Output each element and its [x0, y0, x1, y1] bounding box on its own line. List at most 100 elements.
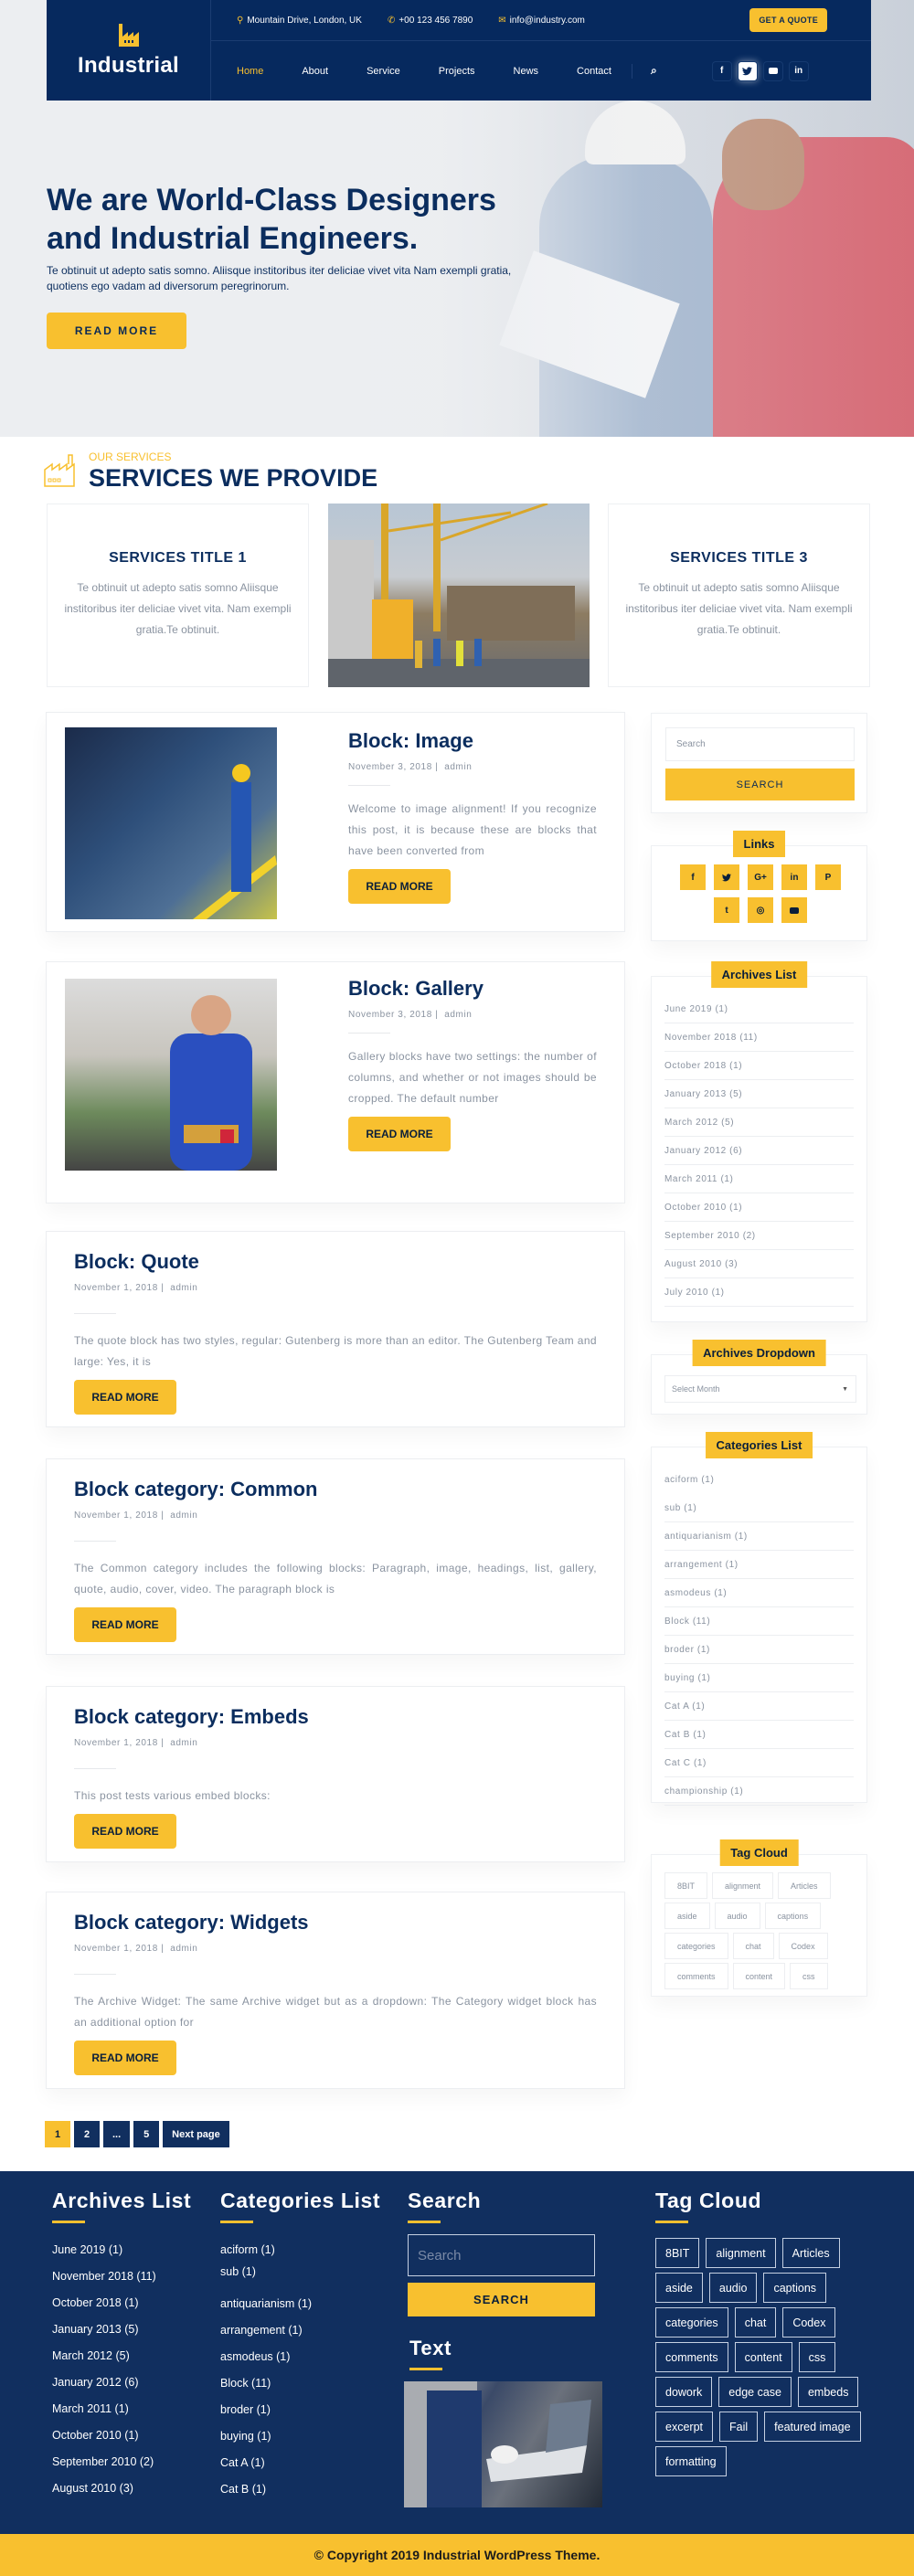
category-link[interactable]: arrangement (1) — [664, 1551, 854, 1579]
youtube-icon[interactable] — [781, 897, 807, 923]
footer-tag-link[interactable]: comments — [655, 2342, 728, 2372]
post-title[interactable]: Block: Gallery — [348, 977, 597, 1001]
post-author[interactable]: admin — [170, 1283, 197, 1293]
footer-tag-link[interactable]: audio — [708, 2273, 758, 2303]
post-author[interactable]: admin — [444, 762, 472, 772]
facebook-icon[interactable]: f — [711, 60, 732, 81]
archive-link[interactable]: July 2010 (1) — [664, 1278, 854, 1307]
nav-service[interactable]: Service — [367, 66, 400, 77]
read-more-button[interactable]: READ MORE — [74, 1607, 176, 1642]
post-thumbnail[interactable] — [65, 727, 277, 919]
category-link[interactable]: Block (11) — [664, 1607, 854, 1636]
category-link[interactable]: broder (1) — [664, 1636, 854, 1664]
tag-link[interactable]: audio — [714, 1903, 760, 1929]
category-link[interactable]: Cat C (1) — [664, 1749, 854, 1777]
footer-search-input[interactable]: Search — [408, 2234, 595, 2276]
tag-link[interactable]: Articles — [778, 1872, 831, 1899]
nav-contact[interactable]: Contact — [577, 66, 611, 77]
archive-link[interactable]: June 2019 (1) — [664, 995, 854, 1023]
post-title[interactable]: Block category: Widgets — [74, 1911, 597, 1935]
archive-link[interactable]: March 2012 (5) — [664, 1108, 854, 1137]
select-month-dropdown[interactable]: Select Month ▼ — [664, 1375, 856, 1403]
archive-link[interactable]: March 2011 (1) — [664, 1165, 854, 1193]
footer-tag-link[interactable]: chat — [734, 2307, 777, 2337]
footer-search-button[interactable]: SEARCH — [408, 2283, 595, 2316]
footer-tag-link[interactable]: Articles — [781, 2238, 840, 2268]
read-more-button[interactable]: READ MORE — [74, 2041, 176, 2075]
tag-link[interactable]: alignment — [712, 1872, 774, 1899]
archive-link[interactable]: August 2010 (3) — [664, 1250, 854, 1278]
footer-tag-link[interactable]: excerpt — [655, 2412, 713, 2442]
read-more-button[interactable]: READ MORE — [74, 1814, 176, 1849]
email[interactable]: ✉ info@industry.com — [498, 16, 585, 26]
logo[interactable]: Industrial — [47, 0, 211, 101]
next-page-link[interactable]: Next page — [163, 2121, 229, 2147]
tag-link[interactable]: captions — [764, 1903, 822, 1929]
archive-link[interactable]: January 2013 (5) — [664, 1080, 854, 1108]
instagram-icon[interactable]: ◎ — [748, 897, 773, 923]
post-date[interactable]: November 1, 2018 — [74, 1944, 158, 1954]
footer-tag-link[interactable]: alignment — [706, 2238, 776, 2268]
facebook-icon[interactable]: f — [680, 864, 706, 890]
tag-link[interactable]: categories — [664, 1933, 728, 1959]
archive-link[interactable]: September 2010 (2) — [664, 1222, 854, 1250]
post-author[interactable]: admin — [170, 1944, 197, 1954]
footer-tag-link[interactable]: 8BIT — [655, 2238, 700, 2268]
footer-tag-link[interactable]: categories — [655, 2307, 728, 2337]
post-date[interactable]: November 3, 2018 — [348, 762, 432, 772]
category-link[interactable]: championship (1) — [664, 1777, 854, 1806]
footer-category-link[interactable]: Cat B (1) — [220, 2483, 380, 2509]
tag-link[interactable]: 8BIT — [664, 1872, 708, 1899]
post-title[interactable]: Block category: Common — [74, 1478, 597, 1501]
footer-category-link[interactable]: aciform (1) — [220, 2243, 380, 2265]
post-author[interactable]: admin — [444, 1010, 472, 1020]
tag-link[interactable]: comments — [664, 1963, 728, 1989]
phone[interactable]: ✆ +00 123 456 7890 — [388, 16, 473, 26]
twitter-icon[interactable] — [714, 864, 739, 890]
nav-home[interactable]: Home — [237, 66, 263, 77]
footer-category-link[interactable]: arrangement (1) — [220, 2324, 380, 2350]
footer-tag-link[interactable]: Codex — [782, 2307, 836, 2337]
category-link[interactable]: buying (1) — [664, 1664, 854, 1692]
footer-archive-link[interactable]: October 2018 (1) — [52, 2296, 191, 2323]
post-date[interactable]: November 3, 2018 — [348, 1010, 432, 1020]
footer-tag-link[interactable]: featured image — [764, 2412, 861, 2442]
footer-archive-link[interactable]: November 2018 (11) — [52, 2270, 191, 2296]
youtube-icon[interactable] — [762, 60, 783, 81]
footer-archive-link[interactable]: March 2011 (1) — [52, 2402, 191, 2429]
footer-archive-link[interactable]: January 2012 (6) — [52, 2376, 191, 2402]
archive-link[interactable]: November 2018 (11) — [664, 1023, 854, 1052]
tag-link[interactable]: chat — [732, 1933, 774, 1959]
category-link[interactable]: Cat B (1) — [664, 1721, 854, 1749]
footer-category-link[interactable]: broder (1) — [220, 2403, 380, 2430]
page-1[interactable]: 1 — [45, 2121, 70, 2147]
page-2[interactable]: 2 — [74, 2121, 100, 2147]
category-link[interactable]: antiquarianism (1) — [664, 1522, 854, 1551]
footer-category-link[interactable]: Block (11) — [220, 2377, 380, 2403]
footer-category-link[interactable]: asmodeus (1) — [220, 2350, 380, 2377]
linkedin-icon[interactable]: in — [788, 60, 809, 81]
footer-archive-link[interactable]: September 2010 (2) — [52, 2455, 191, 2482]
post-date[interactable]: November 1, 2018 — [74, 1738, 158, 1748]
footer-tag-link[interactable]: captions — [763, 2273, 827, 2303]
footer-tag-link[interactable]: formatting — [655, 2446, 727, 2476]
archive-link[interactable]: January 2012 (6) — [664, 1137, 854, 1165]
tumblr-icon[interactable]: t — [714, 897, 739, 923]
read-more-button[interactable]: READ MORE — [348, 869, 451, 904]
nav-about[interactable]: About — [302, 66, 328, 77]
hero-read-more-button[interactable]: READ MORE — [47, 313, 186, 349]
category-link[interactable]: sub (1) — [664, 1494, 854, 1522]
footer-category-link[interactable]: antiquarianism (1) — [220, 2297, 380, 2324]
footer-archive-link[interactable]: October 2010 (1) — [52, 2429, 191, 2455]
footer-category-link[interactable]: buying (1) — [220, 2430, 380, 2456]
footer-tag-link[interactable]: Fail — [719, 2412, 759, 2442]
footer-category-link[interactable]: sub (1) — [220, 2265, 380, 2297]
archive-link[interactable]: October 2018 (1) — [664, 1052, 854, 1080]
post-thumbnail[interactable] — [65, 979, 277, 1171]
footer-tag-link[interactable]: css — [798, 2342, 836, 2372]
footer-archive-link[interactable]: January 2013 (5) — [52, 2323, 191, 2349]
read-more-button[interactable]: READ MORE — [348, 1117, 451, 1151]
sidebar-search-button[interactable]: SEARCH — [665, 769, 855, 800]
footer-archive-link[interactable]: June 2019 (1) — [52, 2243, 191, 2270]
archive-link[interactable]: October 2010 (1) — [664, 1193, 854, 1222]
